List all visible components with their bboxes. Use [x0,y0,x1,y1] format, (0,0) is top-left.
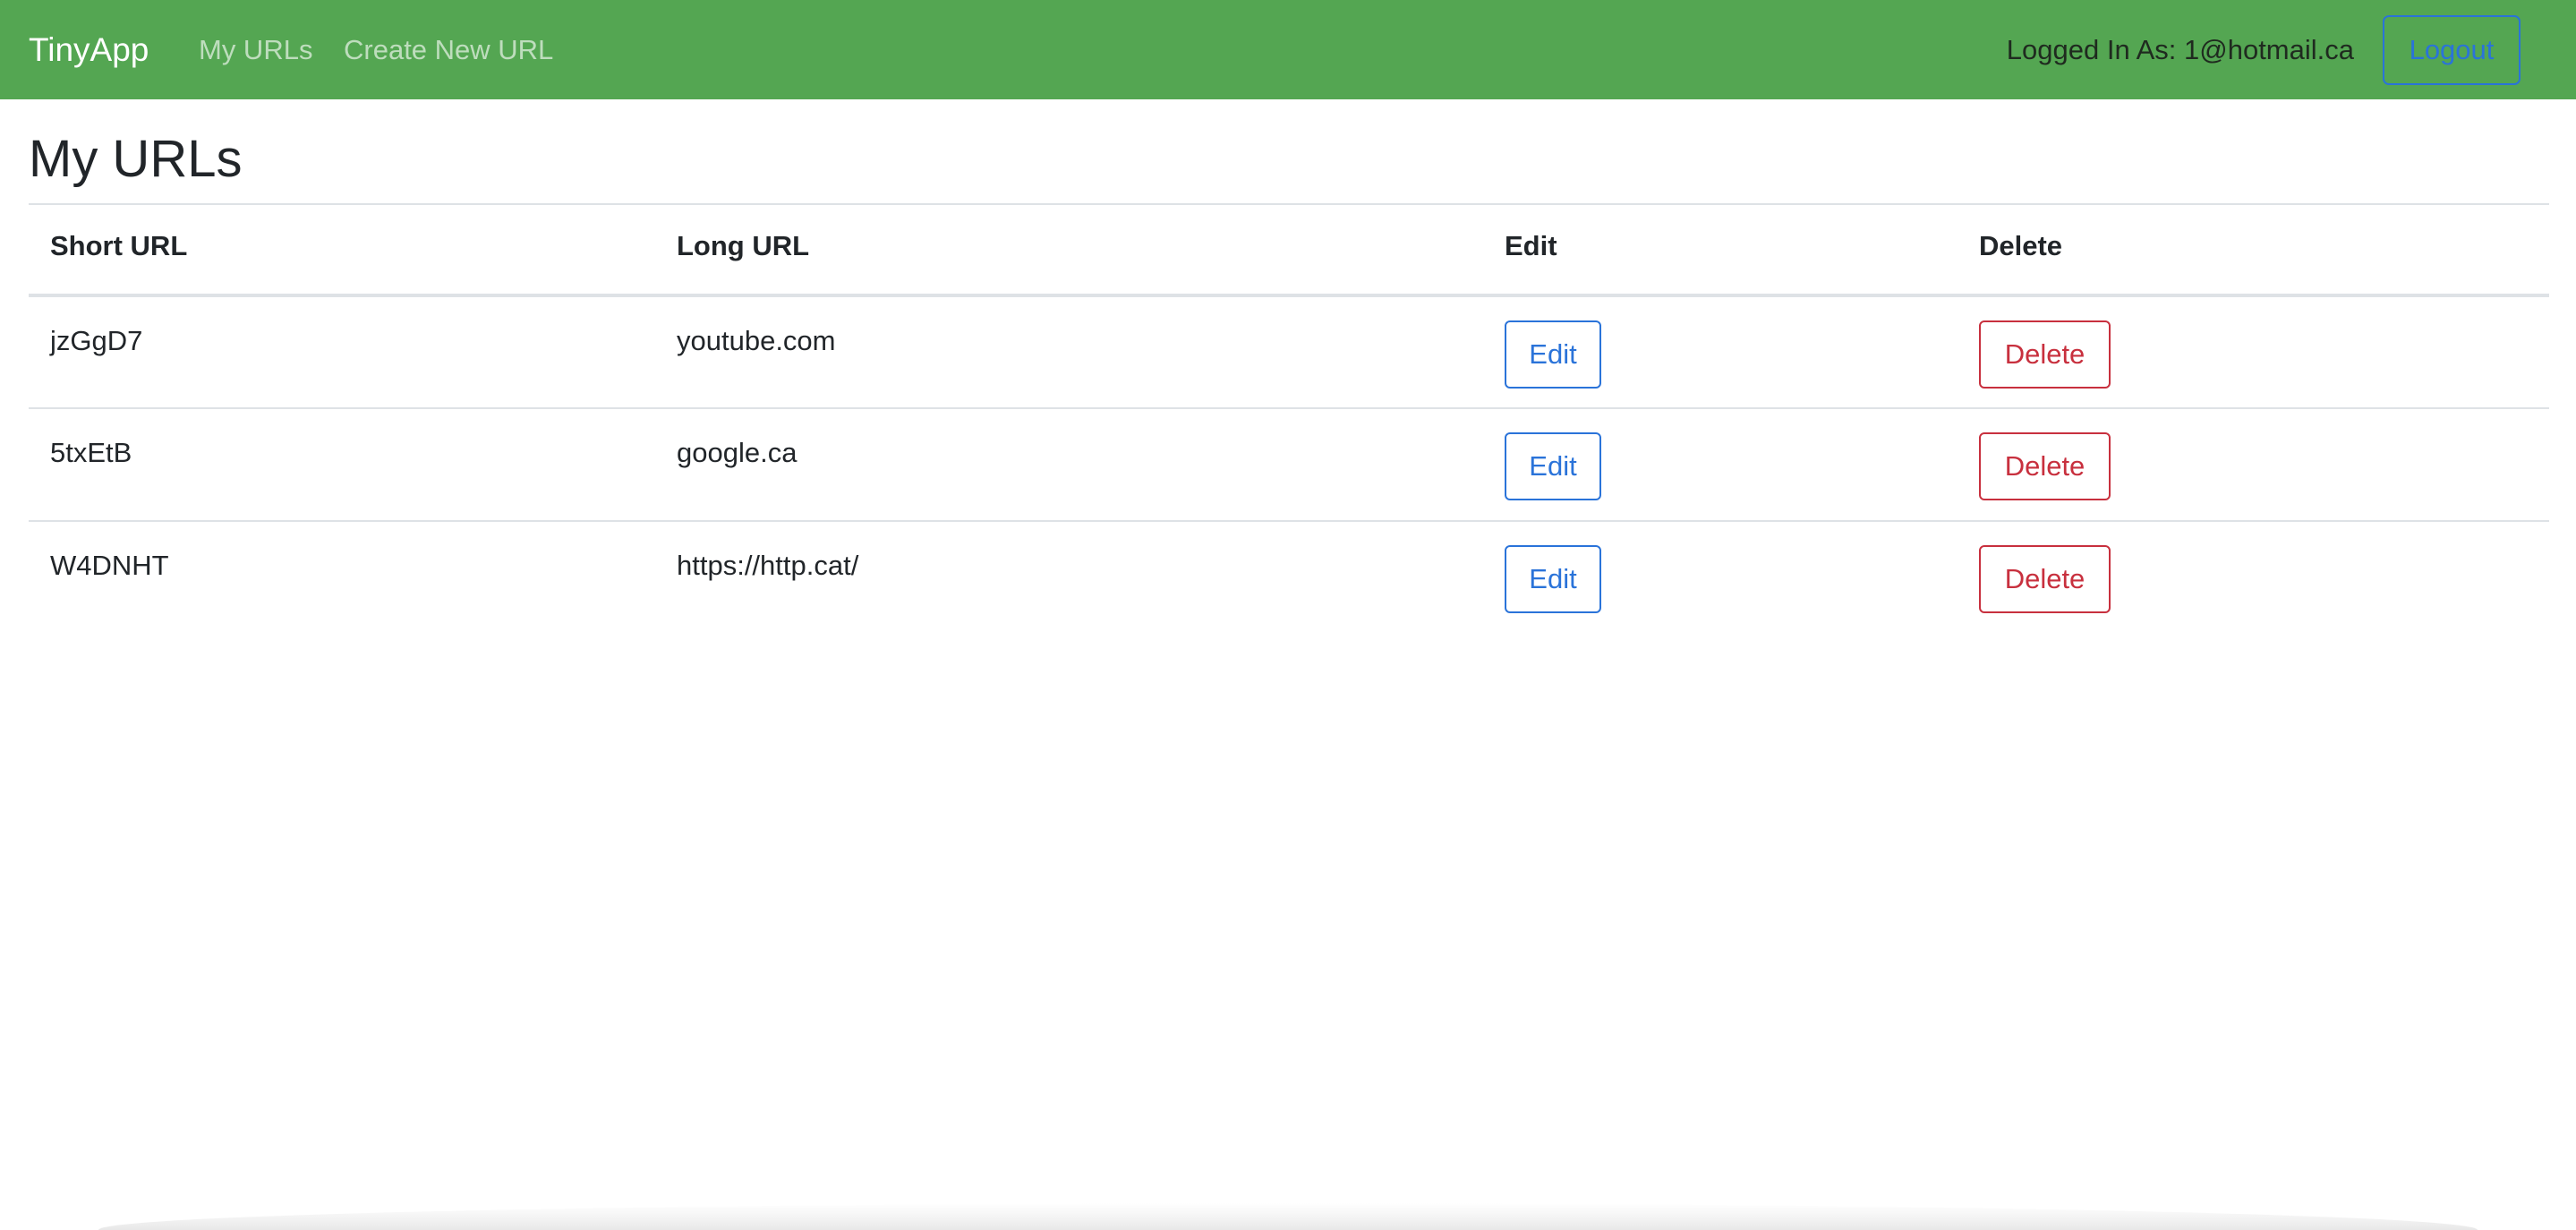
delete-cell: Delete [1958,521,2549,634]
delete-button[interactable]: Delete [1979,545,2111,613]
edit-cell: Edit [1483,521,1958,634]
table-row: W4DNHT https://http.cat/ Edit Delete [29,521,2549,634]
edit-cell: Edit [1483,295,1958,409]
short-url-cell: jzGgD7 [29,295,655,409]
long-url-cell: https://http.cat/ [677,550,859,581]
table-header-row: Short URL Long URL Edit Delete [29,203,2549,297]
delete-button[interactable]: Delete [1979,432,2111,500]
edit-button[interactable]: Edit [1505,320,1601,389]
edit-button[interactable]: Edit [1505,432,1601,500]
long-url-cell: google.ca [655,408,1483,522]
edit-cell: Edit [1483,408,1958,522]
table-row: jzGgD7 youtube.com Edit Delete [29,295,2549,409]
table-row: 5txEtB google.ca Edit Delete [29,408,2549,522]
column-header-edit: Edit [1483,203,1958,297]
column-header-short-url: Short URL [29,203,655,297]
column-header-delete: Delete [1958,203,2549,297]
window-bottom-shadow [98,1203,2478,1230]
logout-button[interactable]: Logout [2383,15,2521,85]
page-title: My URLs [29,130,243,188]
brand-link[interactable]: TinyApp [29,0,149,99]
navbar: TinyApp My URLs Create New URL Logged In… [0,0,2576,99]
short-url-cell: W4DNHT [50,550,169,581]
delete-cell: Delete [1958,295,2549,409]
nav-link-my-urls[interactable]: My URLs [199,0,312,99]
logged-in-status: Logged In As: 1@hotmail.ca [2006,34,2354,65]
short-url-cell: 5txEtB [29,408,655,522]
column-header-long-url: Long URL [655,203,1483,297]
delete-cell: Delete [1958,408,2549,522]
delete-button[interactable]: Delete [1979,320,2111,389]
url-table: Short URL Long URL Edit Delete jzGgD7 yo… [29,203,2549,634]
nav-link-create-new-url[interactable]: Create New URL [344,0,553,99]
long-url-cell: youtube.com [655,295,1483,409]
edit-button[interactable]: Edit [1505,545,1601,613]
